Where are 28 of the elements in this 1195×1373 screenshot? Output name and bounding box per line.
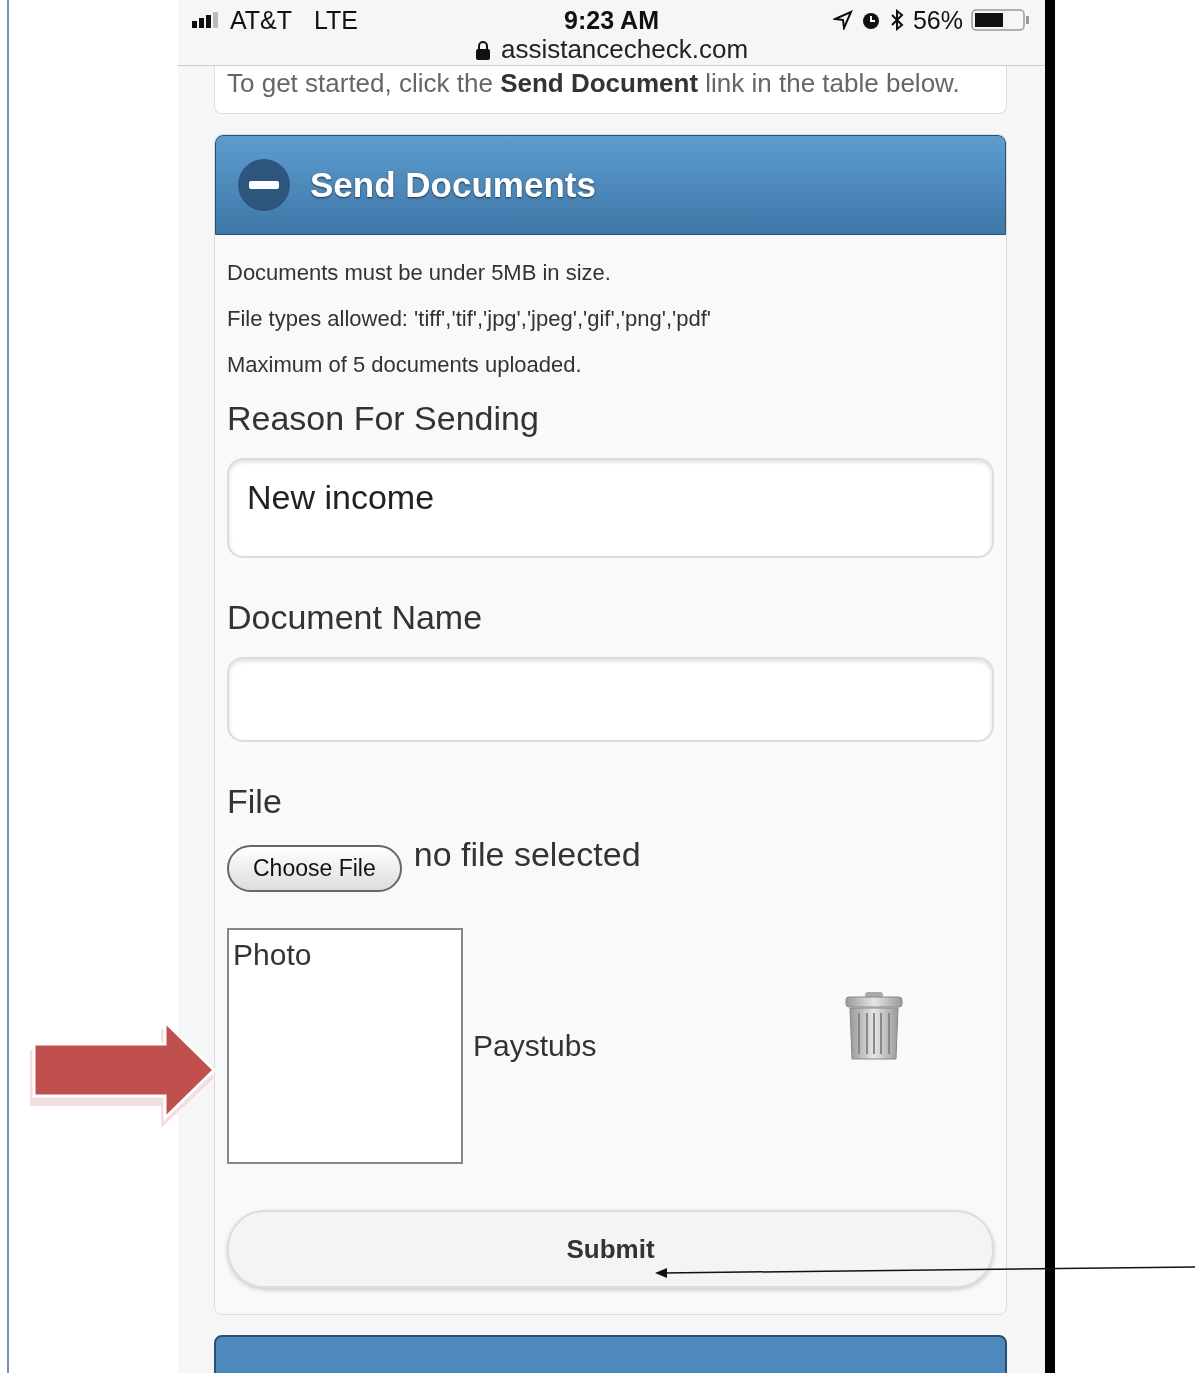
file-status-text: no file selected xyxy=(413,835,641,874)
trash-icon[interactable] xyxy=(845,991,903,1061)
lock-icon xyxy=(474,39,491,60)
document-name-text: Paystubs xyxy=(473,1029,598,1063)
bluetooth-icon xyxy=(888,9,905,31)
note-text: Documents must be under 5MB in size. xyxy=(227,261,612,285)
note-text: File types allowed: 'tiff','tif','jpg','jpeg','gif','png','pdf' xyxy=(227,307,712,331)
note-text: Maximum of 5 documents uploaded. xyxy=(227,353,583,377)
alarm-icon xyxy=(860,10,881,30)
battery-percent: 56% xyxy=(912,5,963,35)
text-field[interactable]: New income xyxy=(227,458,994,558)
field-label: Reason For Sending xyxy=(227,399,540,438)
url-text: assistancecheck.com xyxy=(500,34,749,65)
network-text: LTE xyxy=(314,5,359,35)
location-arrow-icon xyxy=(832,10,853,30)
battery-icon xyxy=(971,9,1031,31)
field-label: File xyxy=(227,782,283,821)
intro-text: To get started, click the Send Document link in the table below. xyxy=(227,67,961,100)
choose-file-button[interactable]: Choose File xyxy=(227,845,402,892)
text-field[interactable] xyxy=(227,657,994,742)
panel-title: Send Documents xyxy=(310,165,596,205)
submit-button[interactable]: Submit xyxy=(227,1210,994,1288)
thumbnail-alt-text: Photo xyxy=(233,938,312,972)
carrier-text: AT&T xyxy=(230,5,293,35)
panel-header[interactable] xyxy=(214,1335,1007,1373)
panel-header[interactable]: Send Documents xyxy=(215,135,1006,235)
clock-text: 9:23 AM xyxy=(564,5,659,35)
field-label: Document Name xyxy=(227,598,484,637)
